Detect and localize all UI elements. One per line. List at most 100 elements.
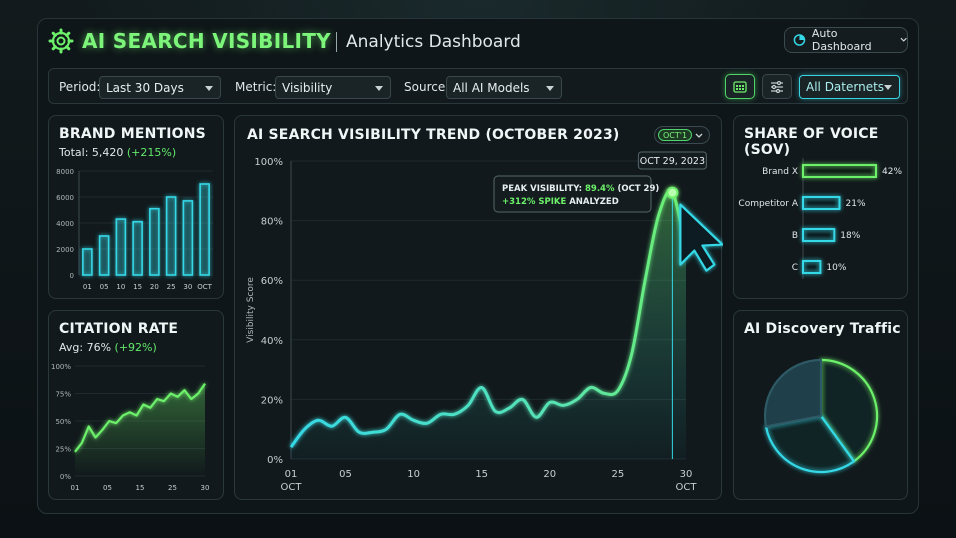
metric-label: Metric: xyxy=(235,80,277,94)
y-tick-label: 75% xyxy=(55,391,71,399)
x-tick-label: 25 xyxy=(168,484,177,492)
metric-select[interactable]: Visibility xyxy=(275,76,391,99)
x-tick-label: 15 xyxy=(133,283,142,291)
x-tick-label: 15 xyxy=(136,484,145,492)
sov-bar xyxy=(802,164,877,178)
y-tick-label: 25% xyxy=(55,446,71,454)
x-tick-sublabel: OCT xyxy=(281,482,303,493)
period-label: Period: xyxy=(59,80,101,94)
x-tick-label: 01 xyxy=(71,484,80,492)
x-tick-sublabel: OCT xyxy=(676,482,698,493)
share-of-voice-panel: SHARE OF VOICE (SOV) Brand X 42% Competito… xyxy=(733,115,908,299)
y-tick-label: 8000 xyxy=(56,168,74,176)
x-tick-label: 25 xyxy=(167,283,176,291)
x-tick-label: OCT xyxy=(197,283,212,291)
source-value: All AI Models xyxy=(453,81,530,95)
metric-value: Visibility xyxy=(282,81,333,95)
y-tick-label: 2000 xyxy=(56,246,74,254)
gear-icon xyxy=(48,28,74,54)
app-title: AI SEARCH VISIBILITY xyxy=(82,29,331,53)
x-tick-label: 20 xyxy=(150,283,159,291)
bar xyxy=(98,235,110,276)
x-tick-label: 10 xyxy=(116,283,125,291)
calendar-grid-icon xyxy=(733,80,747,93)
x-tick-label: 05 xyxy=(103,484,112,492)
citation-rate-panel: CITATION RATE Avg: 76% (+92%) 0% 25% 50% 75… xyxy=(48,310,224,500)
chevron-down-icon xyxy=(884,85,892,90)
sliders-icon xyxy=(771,80,783,93)
pie-chart-icon xyxy=(793,34,806,46)
citation-rate-chart: 0% 25% 50% 75% 100% 01 05 15 25 30 xyxy=(51,363,210,492)
y-tick-label: 4000 xyxy=(56,220,74,228)
x-tick-label: 10 xyxy=(407,469,420,480)
peak-point xyxy=(666,186,679,199)
x-tick-label: 30 xyxy=(183,283,192,291)
bar xyxy=(182,200,194,276)
x-tick-label: 15 xyxy=(475,469,488,480)
x-tick-label: 20 xyxy=(543,469,556,480)
sov-value-label: 18% xyxy=(840,231,860,241)
datanet-value: All Daternets xyxy=(806,80,885,94)
source-label: Source: xyxy=(404,80,450,94)
bar xyxy=(149,207,160,276)
bar xyxy=(82,248,93,276)
sov-bar xyxy=(802,260,822,274)
sov-chart: Brand X 42% Competitor A 21% B 18% C 10% xyxy=(738,158,902,279)
chevron-down-icon xyxy=(375,86,383,91)
pie-slice xyxy=(763,358,823,428)
peak-date: (OCT 29) xyxy=(614,184,659,194)
trend-area xyxy=(291,191,686,460)
x-tick-label: 01 xyxy=(285,469,298,480)
app-subtitle: Analytics Dashboard xyxy=(346,32,521,52)
sov-category-label: B xyxy=(792,231,798,241)
datanet-select[interactable]: All Daternets xyxy=(799,75,900,99)
period-select[interactable]: Last 30 Days xyxy=(99,76,221,99)
auto-dashboard-button[interactable]: Auto Dashboard xyxy=(784,27,908,53)
x-tick-label: 05 xyxy=(339,469,352,480)
chevron-down-icon xyxy=(900,37,907,42)
y-tick-label: 80% xyxy=(261,217,283,228)
spike-label: ANALYZED xyxy=(569,197,619,207)
sov-category-label: Brand X xyxy=(762,167,798,177)
spike-value: +312% SPIKE xyxy=(502,197,569,207)
y-tick-label: 0% xyxy=(267,455,283,466)
sov-bar xyxy=(802,196,841,210)
y-tick-label: 100% xyxy=(51,363,71,371)
brand-mentions-panel: BRAND MENTIONS Total: 5,420 (+215%) 0 200… xyxy=(48,115,224,299)
sov-value-label: 10% xyxy=(826,263,846,273)
y-tick-label: 60% xyxy=(261,276,283,287)
peak-tooltip-line1: PEAK VISIBILITY: 89.4% (OCT 29) xyxy=(502,184,659,194)
y-tick-label: 20% xyxy=(261,395,283,406)
bar xyxy=(132,220,143,276)
sov-value-label: 42% xyxy=(882,167,902,177)
header: AI SEARCH VISIBILITY Analytics Dashboard… xyxy=(48,26,908,56)
x-tick-label: 30 xyxy=(201,484,210,492)
period-value: Last 30 Days xyxy=(106,81,184,95)
y-tick-label: 0% xyxy=(60,473,71,481)
visibility-trend-panel: AI SEARCH VISIBILITY TREND (OCTOBER 2023… xyxy=(234,115,723,500)
x-tick-label: 30 xyxy=(680,469,693,480)
y-tick-label: 100% xyxy=(254,157,283,168)
date-badge-label: OCT 29, 2023 xyxy=(640,156,705,167)
sov-category-label: Competitor A xyxy=(738,199,798,209)
grid-view-button[interactable] xyxy=(725,74,755,99)
auto-dashboard-label: Auto Dashboard xyxy=(811,27,872,53)
bar xyxy=(165,196,177,276)
x-tick-label: 25 xyxy=(612,469,625,480)
peak-value: 89.4% xyxy=(585,184,615,194)
brand-mentions-chart: 0 2000 4000 6000 8000 01 05 10 15 20 25 30 OCT xyxy=(56,168,213,291)
y-tick-label: 40% xyxy=(261,336,283,347)
peak-tooltip-line2: +312% SPIKE ANALYZED xyxy=(502,197,619,207)
source-select[interactable]: All AI Models xyxy=(446,76,562,99)
title-divider xyxy=(336,32,337,52)
ai-discovery-panel: AI Discovery Traffic xyxy=(733,310,908,500)
y-tick-label: 0 xyxy=(70,272,74,280)
filter-settings-button[interactable] xyxy=(762,74,792,99)
chevron-down-icon xyxy=(546,86,554,91)
bar xyxy=(115,218,127,276)
y-tick-label: 50% xyxy=(55,418,71,426)
filter-bar: Period: Last 30 Days Metric: Visibility … xyxy=(48,68,908,104)
bar xyxy=(199,183,210,276)
line-area xyxy=(75,383,205,476)
sov-category-label: C xyxy=(792,263,798,273)
